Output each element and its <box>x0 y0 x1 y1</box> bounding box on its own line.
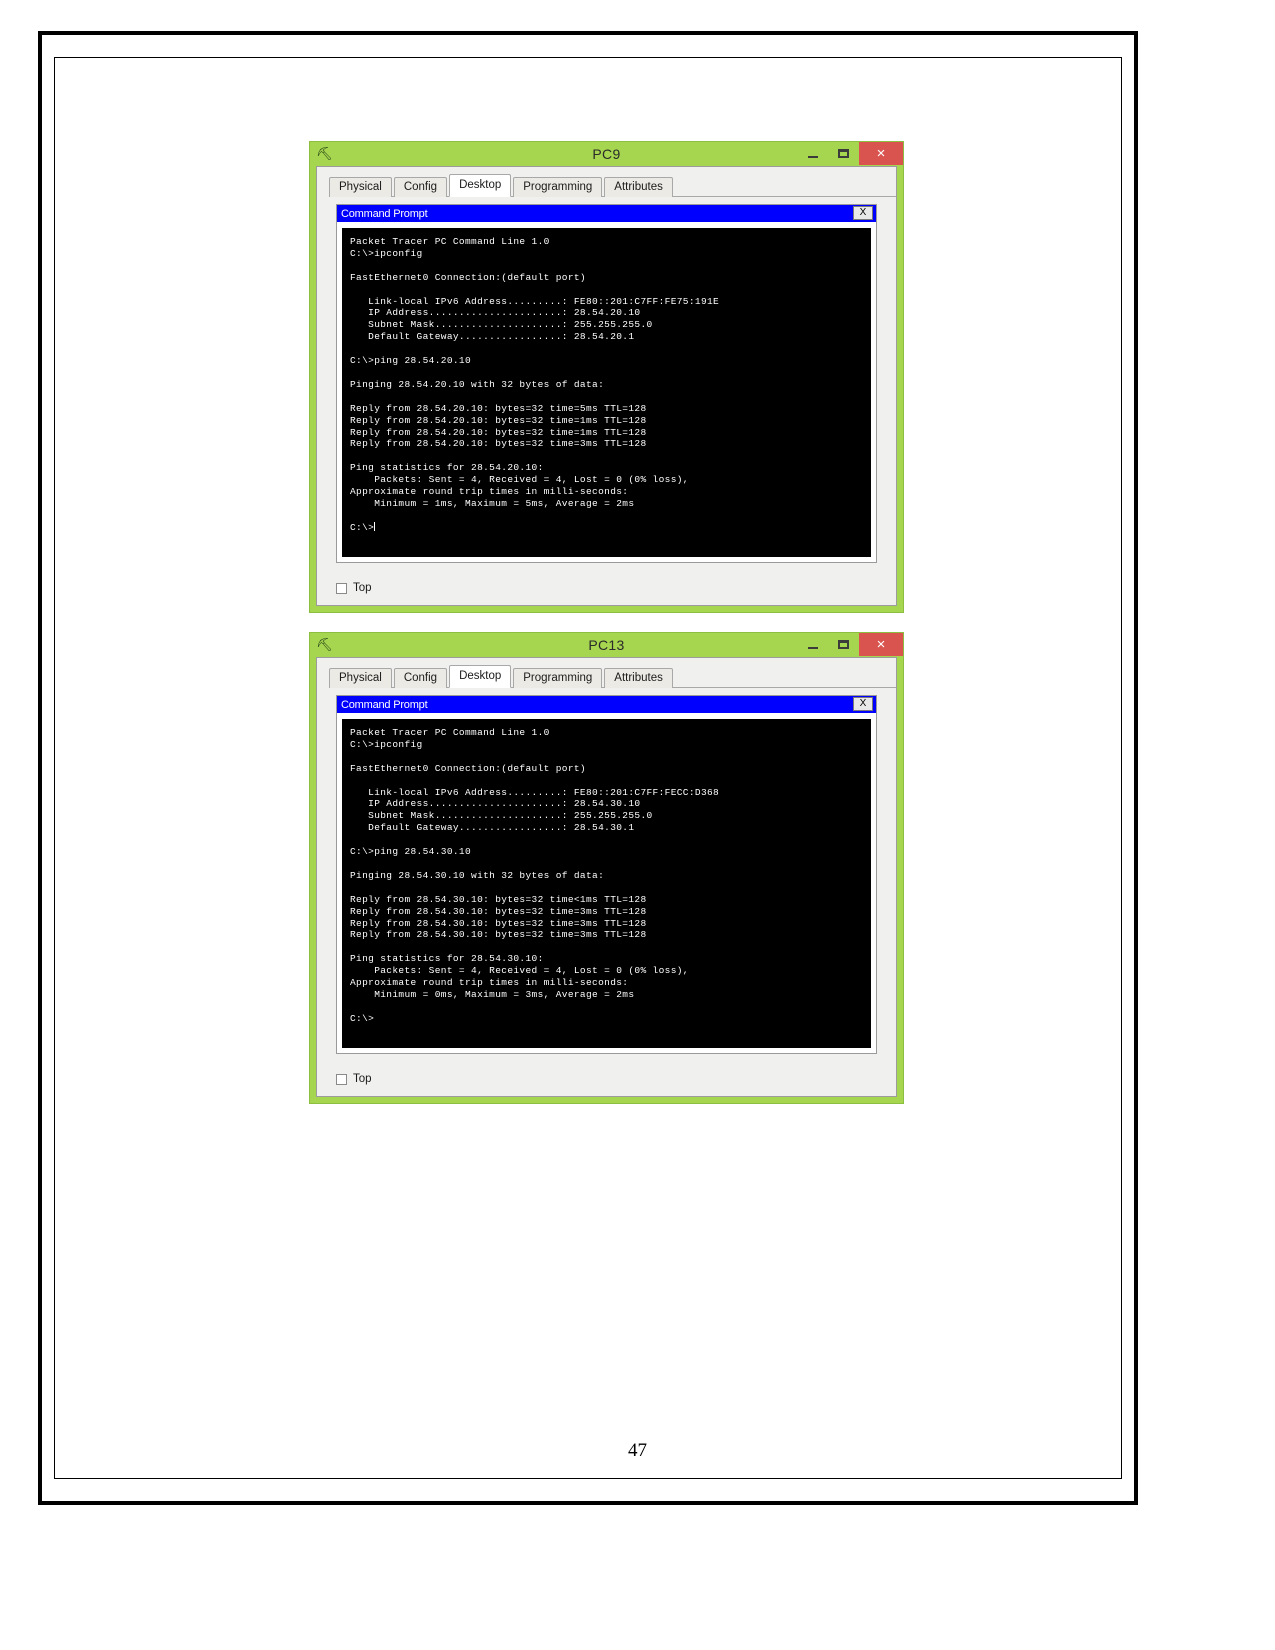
window-controls[interactable]: × <box>797 633 903 656</box>
top-checkbox-label: Top <box>353 1073 372 1085</box>
window-titlebar[interactable]: ⛏ PC9 × <box>310 142 903 165</box>
top-checkbox-row[interactable]: Top <box>336 1073 372 1085</box>
tab-strip: Physical Config Desktop Programming Attr… <box>329 174 896 197</box>
tab-physical[interactable]: Physical <box>329 668 392 688</box>
maximize-button[interactable] <box>828 142 859 165</box>
terminal-text: Packet Tracer PC Command Line 1.0 C:\>ip… <box>350 727 720 1024</box>
top-checkbox-row[interactable]: Top <box>336 582 372 594</box>
tab-config[interactable]: Config <box>393 668 448 688</box>
tab-config[interactable]: Config <box>393 177 448 197</box>
terminal-output[interactable]: Packet Tracer PC Command Line 1.0 C:\>ip… <box>342 719 871 1048</box>
command-prompt-close-button[interactable]: X <box>853 206 873 220</box>
command-prompt-panel: Command Prompt X Packet Tracer PC Comman… <box>336 695 877 1054</box>
pc-window-pc13[interactable]: ⛏ PC13 × Physical Config Desktop Program… <box>309 632 904 1104</box>
window-controls[interactable]: × <box>797 142 903 165</box>
top-checkbox-label: Top <box>353 582 372 594</box>
terminal-text: Packet Tracer PC Command Line 1.0 C:\>ip… <box>350 236 720 533</box>
tab-programming[interactable]: Programming <box>513 177 603 197</box>
minimize-button[interactable] <box>797 633 828 656</box>
top-checkbox[interactable] <box>336 1073 347 1085</box>
minimize-button[interactable] <box>797 142 828 165</box>
command-prompt-titlebar[interactable]: Command Prompt X <box>337 696 876 713</box>
window-titlebar[interactable]: ⛏ PC13 × <box>310 633 903 656</box>
top-checkbox[interactable] <box>336 582 347 594</box>
maximize-button[interactable] <box>828 633 859 656</box>
tab-attributes[interactable]: Attributes <box>604 668 673 688</box>
tab-attributes[interactable]: Attributes <box>604 177 673 197</box>
tab-desktop[interactable]: Desktop <box>449 174 512 197</box>
page-number: 47 <box>628 1440 647 1461</box>
tab-desktop[interactable]: Desktop <box>449 665 512 688</box>
window-body: Physical Config Desktop Programming Attr… <box>316 166 897 606</box>
command-prompt-close-button[interactable]: X <box>853 697 873 711</box>
command-prompt-titlebar[interactable]: Command Prompt X <box>337 205 876 222</box>
terminal-cursor <box>374 521 376 531</box>
command-prompt-title: Command Prompt <box>341 207 428 220</box>
tab-physical[interactable]: Physical <box>329 177 392 197</box>
close-button[interactable]: × <box>859 142 903 165</box>
close-button[interactable]: × <box>859 633 903 656</box>
tab-strip: Physical Config Desktop Programming Attr… <box>329 665 896 688</box>
tab-programming[interactable]: Programming <box>513 668 603 688</box>
terminal-output[interactable]: Packet Tracer PC Command Line 1.0 C:\>ip… <box>342 228 871 557</box>
command-prompt-panel: Command Prompt X Packet Tracer PC Comman… <box>336 204 877 563</box>
pc-window-pc9[interactable]: ⛏ PC9 × Physical Config Desktop Programm… <box>309 141 904 613</box>
window-body: Physical Config Desktop Programming Attr… <box>316 657 897 1097</box>
command-prompt-title: Command Prompt <box>341 698 428 711</box>
